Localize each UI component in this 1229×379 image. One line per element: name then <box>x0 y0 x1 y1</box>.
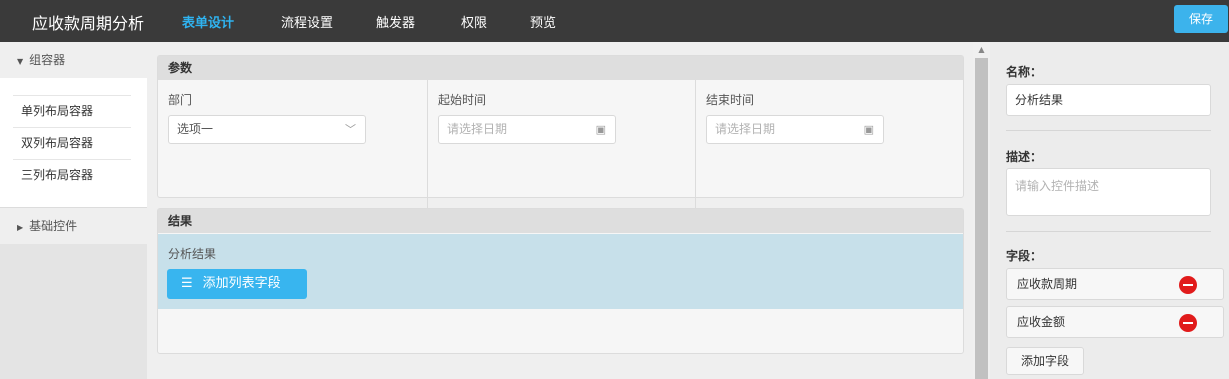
end-date-picker[interactable]: 请选择日期 ▣ <box>706 115 884 144</box>
group-label: 基础控件 <box>29 219 78 233</box>
scroll-thumb[interactable] <box>975 58 988 379</box>
add-list-field-button[interactable]: ☰ 添加列表字段 <box>167 269 307 299</box>
field-label: 部门 <box>168 93 193 107</box>
name-title: 名称： <box>1006 65 1043 79</box>
column-end-time[interactable]: 结束时间 请选择日期 ▣ <box>695 80 963 212</box>
button-label: 添加列表字段 <box>202 276 281 291</box>
column-department[interactable]: 部门 选项一 ﹀ <box>158 80 427 212</box>
description-textarea[interactable]: 请输入控件描述 <box>1006 168 1211 216</box>
component-triple-column-container[interactable]: 三列布局容器 <box>13 159 131 191</box>
calendar-icon: ▣ <box>863 123 874 136</box>
name-input[interactable]: 分析结果 <box>1006 84 1211 116</box>
column-start-time[interactable]: 起始时间 请选择日期 ▣ <box>427 80 695 212</box>
component-sidebar: ▼ 组容器 单列布局容器 双列布局容器 三列布局容器 ▶ 基础控件 <box>0 42 147 379</box>
field-item[interactable]: 应收款周期 <box>1006 268 1224 300</box>
tab-form-design[interactable]: 表单设计 <box>182 12 234 31</box>
field-name: 应收款周期 <box>1017 277 1078 291</box>
group-label: 组容器 <box>29 53 66 67</box>
description-title: 描述： <box>1006 150 1043 164</box>
select-value: 选项一 <box>177 122 214 136</box>
result-list-field[interactable]: 分析结果 ☰ 添加列表字段 <box>158 234 963 309</box>
date-placeholder: 请选择日期 <box>447 122 508 136</box>
field-label: 结束时间 <box>706 93 755 107</box>
date-placeholder: 请选择日期 <box>715 122 776 136</box>
result-section[interactable]: 结果 分析结果 ☰ 添加列表字段 <box>157 208 964 354</box>
field-item[interactable]: 应收金额 <box>1006 306 1224 338</box>
properties-panel: 名称： 分析结果 描述： 请输入控件描述 字段： 应收款周期 应收金额 添加字段 <box>990 42 1229 379</box>
scroll-up-icon[interactable]: ▲ <box>973 42 990 58</box>
list-icon: ☰ <box>181 276 193 291</box>
canvas-scrollbar[interactable]: ▲ <box>973 42 990 379</box>
remove-icon[interactable] <box>1179 314 1197 332</box>
divider <box>1006 231 1211 232</box>
app-title: 应收款周期分析 <box>32 14 145 33</box>
divider <box>1006 130 1211 131</box>
params-section[interactable]: 参数 部门 选项一 ﹀ 起始时间 请选择日期 ▣ 结束时间 请选择日期 ▣ <box>157 55 964 212</box>
tab-triggers[interactable]: 触发器 <box>376 12 415 31</box>
chevron-down-icon: ﹀ <box>345 123 356 136</box>
tab-preview[interactable]: 预览 <box>530 12 556 31</box>
remove-icon[interactable] <box>1179 276 1197 294</box>
department-select[interactable]: 选项一 ﹀ <box>168 115 366 144</box>
component-double-column-container[interactable]: 双列布局容器 <box>13 127 131 159</box>
field-name: 应收金额 <box>1017 315 1066 329</box>
save-button[interactable]: 保存 <box>1174 5 1228 33</box>
start-date-picker[interactable]: 请选择日期 ▣ <box>438 115 616 144</box>
calendar-icon: ▣ <box>595 123 606 136</box>
section-title: 结果 <box>158 209 963 233</box>
form-canvas: 参数 部门 选项一 ﹀ 起始时间 请选择日期 ▣ 结束时间 请选择日期 ▣ 结果 <box>147 42 973 379</box>
tab-workflow-settings[interactable]: 流程设置 <box>281 12 333 31</box>
group-header-basic-controls[interactable]: ▶ 基础控件 <box>0 207 147 244</box>
group-header-containers[interactable]: ▼ 组容器 <box>0 42 147 78</box>
add-field-button[interactable]: 添加字段 <box>1006 347 1084 375</box>
component-single-column-container[interactable]: 单列布局容器 <box>13 95 131 127</box>
tab-permissions[interactable]: 权限 <box>461 12 487 31</box>
fields-title: 字段： <box>1006 249 1043 263</box>
field-label: 分析结果 <box>168 247 217 261</box>
field-label: 起始时间 <box>438 93 487 107</box>
section-title: 参数 <box>158 56 963 80</box>
caret-down-icon: ▼ <box>17 57 24 66</box>
group-body-containers: 单列布局容器 双列布局容器 三列布局容器 <box>0 78 147 207</box>
top-bar: 应收款周期分析 表单设计 流程设置 触发器 权限 预览 保存 <box>0 0 1229 42</box>
caret-right-icon: ▶ <box>17 223 24 232</box>
